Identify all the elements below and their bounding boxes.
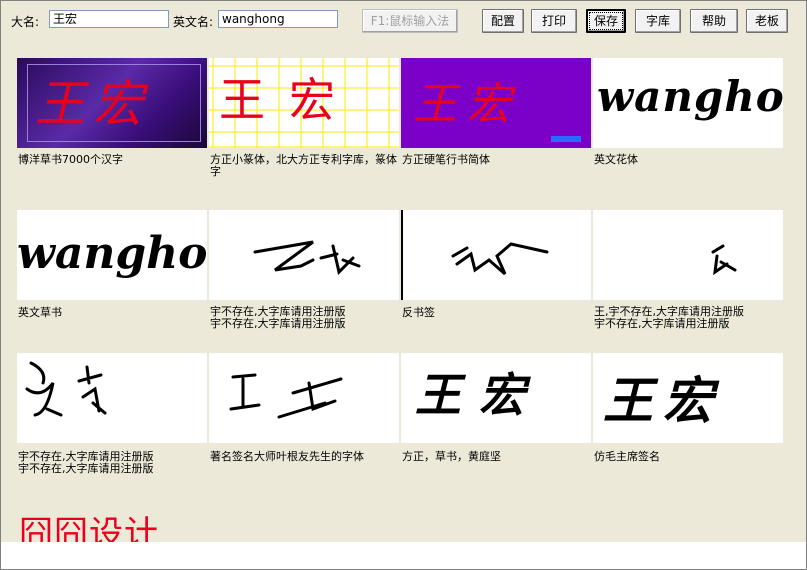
bottom-strip xyxy=(1,542,806,569)
signature-drawing xyxy=(253,240,361,275)
tile-caption-1: 博洋草书7000个汉字 xyxy=(18,153,123,166)
signature-tile-2[interactable]: 王宏 xyxy=(209,58,399,148)
save-button[interactable]: 保存 xyxy=(586,9,626,33)
tile-caption-8: 王,宇不存在,大字库请用注册版 宇不存在,大字库请用注册版 xyxy=(594,305,744,330)
app-window: 大名: 王宏 英文名: wanghong F1:鼠标输入法 配置 打印 保存 字… xyxy=(0,0,807,570)
english-name-label: 英文名: xyxy=(173,15,214,29)
name-label: 大名: xyxy=(11,15,40,29)
signature-text: wanghon xyxy=(17,228,207,279)
tile-caption-7: 反书签 xyxy=(402,306,435,319)
print-button[interactable]: 打印 xyxy=(531,9,577,33)
signature-text: wangho xyxy=(597,72,783,121)
signature-tile-1[interactable]: 王宏 xyxy=(17,58,207,148)
signature-tile-3[interactable]: 王宏 xyxy=(401,58,591,148)
signature-tile-6[interactable] xyxy=(209,210,399,300)
signature-text: 王宏 xyxy=(603,371,723,430)
config-button[interactable]: 配置 xyxy=(482,9,524,33)
signature-tile-11[interactable]: 王宏 xyxy=(401,353,591,443)
tile-caption-9: 宇不存在,大字库请用注册版 宇不存在,大字库请用注册版 xyxy=(18,450,154,475)
chinese-name-input[interactable]: 王宏 xyxy=(49,10,169,28)
signature-tile-10[interactable] xyxy=(209,353,399,443)
mouse-ime-button[interactable]: F1:鼠标输入法 xyxy=(362,9,458,33)
signature-tile-12[interactable]: 王宏 xyxy=(593,353,783,443)
tile-caption-10: 著名签名大师叶根友先生的字体 xyxy=(210,450,364,463)
signature-text: 王宏 xyxy=(35,75,151,133)
signature-tile-7[interactable] xyxy=(401,210,591,300)
help-button[interactable]: 帮助 xyxy=(690,9,738,33)
signature-tile-8[interactable] xyxy=(593,210,783,300)
tile-caption-11: 方正，草书，黄庭坚 xyxy=(402,450,501,463)
fontlib-button[interactable]: 字库 xyxy=(635,9,681,33)
tile-caption-3: 方正硬笔行书简体 xyxy=(402,153,490,166)
tile-caption-5: 英文草书 xyxy=(18,306,62,319)
signature-drawing xyxy=(229,373,343,419)
toolbar: 大名: 王宏 英文名: wanghong F1:鼠标输入法 配置 打印 保存 字… xyxy=(1,1,806,41)
signature-tile-9[interactable] xyxy=(17,353,207,443)
signature-drawing xyxy=(401,210,549,300)
signature-drawing xyxy=(25,361,107,417)
signature-text: 王宏 xyxy=(219,73,359,127)
tile-caption-6: 宇不存在,大字库请用注册版 宇不存在,大字库请用注册版 xyxy=(210,305,346,330)
watermark-mark xyxy=(551,136,581,142)
signature-text: 王宏 xyxy=(413,79,521,130)
tile-caption-2: 方正小篆体，北大方正专利字库，篆体字 xyxy=(210,153,397,178)
english-name-input[interactable]: wanghong xyxy=(218,10,338,28)
signature-tile-5[interactable]: wanghon xyxy=(17,210,207,300)
boss-button[interactable]: 老板 xyxy=(746,9,788,33)
signature-tile-4[interactable]: wangho xyxy=(593,58,783,148)
signature-text: 王宏 xyxy=(415,368,543,422)
tile-caption-12: 仿毛主席签名 xyxy=(594,450,660,463)
signature-drawing xyxy=(711,244,737,276)
tile-caption-4: 英文花体 xyxy=(594,153,638,166)
